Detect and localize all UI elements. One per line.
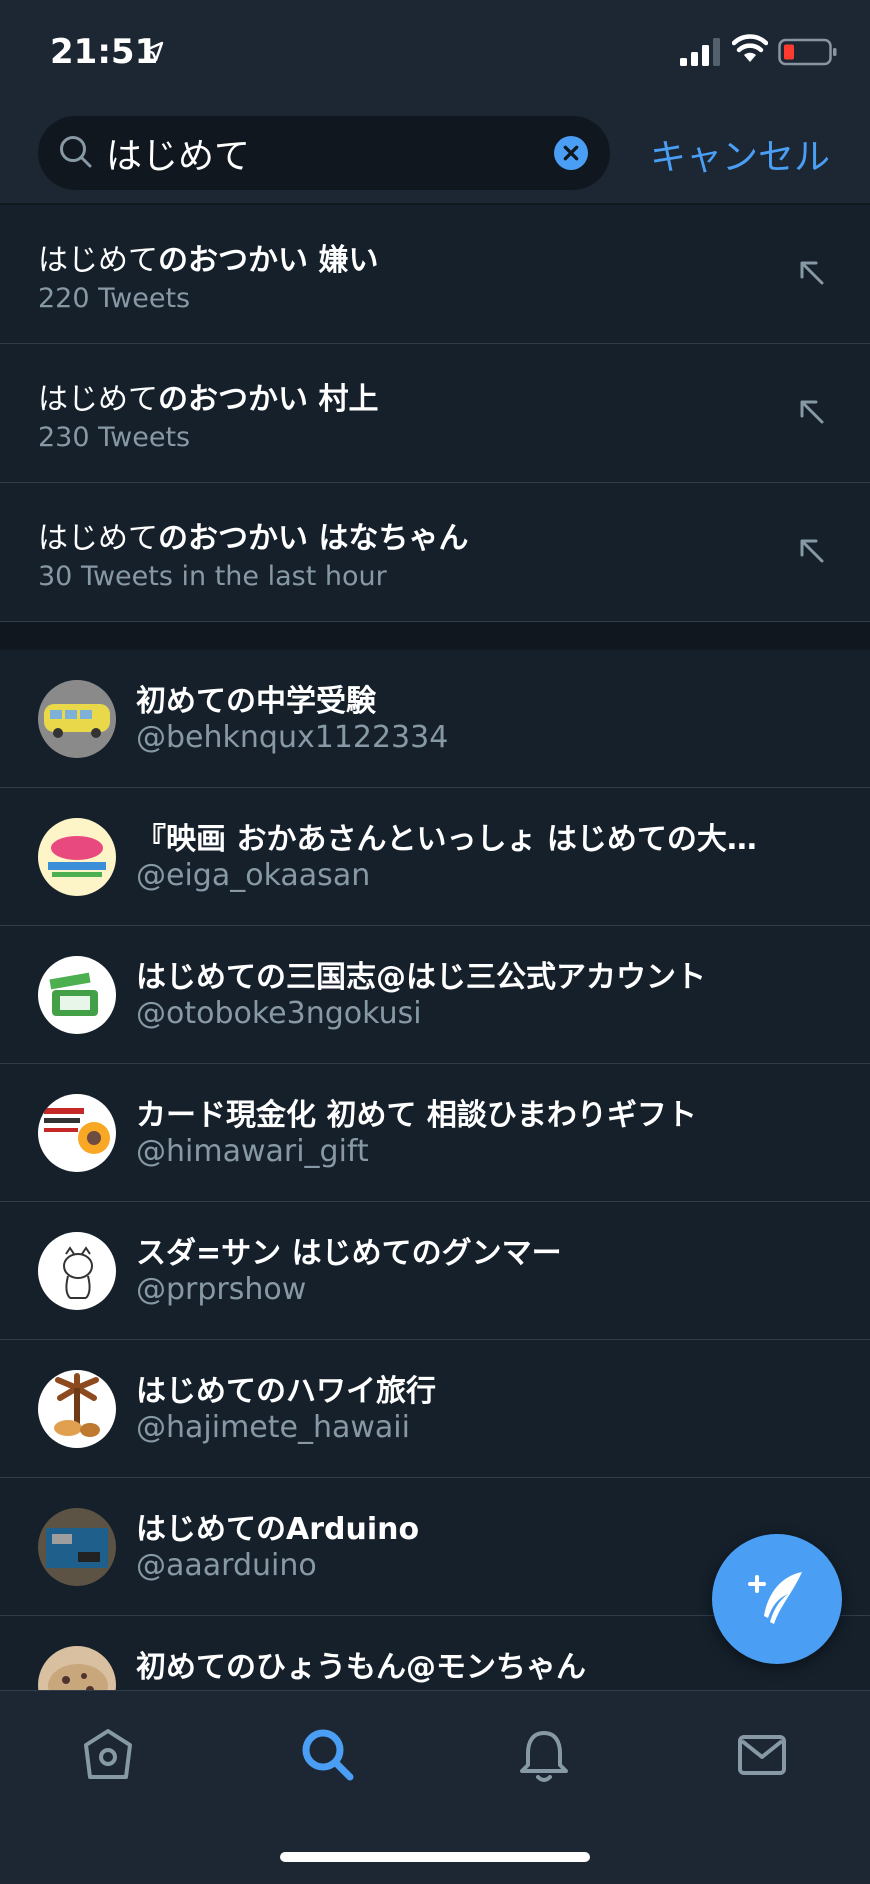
search-box[interactable] — [38, 116, 610, 190]
user-result[interactable]: カード現金化 初めて 相談ひまわりギフト @himawari_gift — [0, 1064, 870, 1202]
mail-icon[interactable] — [732, 1725, 792, 1785]
user-display-name: 初めての中学受験 — [136, 684, 376, 719]
fill-query-arrow-icon[interactable] — [796, 535, 826, 565]
user-handle: @hajimete_hawaii — [136, 1410, 410, 1445]
suggestion-count: 230 Tweets — [38, 422, 191, 453]
suggestion-count: 30 Tweets in the last hour — [38, 561, 387, 592]
suggestion-count: 220 Tweets — [38, 283, 191, 314]
section-divider — [0, 622, 870, 650]
avatar — [38, 956, 116, 1034]
user-display-name: カード現金化 初めて 相談ひまわりギフト — [136, 1098, 697, 1133]
location-arrow-icon — [144, 41, 164, 62]
fill-query-arrow-icon[interactable] — [796, 396, 826, 426]
user-handle: @behknqux1122334 — [136, 720, 449, 755]
fill-query-arrow-icon[interactable] — [796, 257, 826, 287]
compose-tweet-button[interactable] — [712, 1534, 842, 1664]
avatar — [38, 1232, 116, 1310]
suggestion-suffix: のおつかい はなちゃん — [158, 521, 469, 556]
avatar — [38, 1094, 116, 1172]
wifi-icon — [732, 34, 768, 62]
user-handle: @prprshow — [136, 1272, 307, 1307]
user-handle: @eiga_okaasan — [136, 858, 371, 893]
bell-icon[interactable] — [514, 1725, 574, 1785]
compose-feather-icon — [748, 1572, 802, 1624]
user-result[interactable]: はじめてのハワイ旅行 @hajimete_hawaii — [0, 1340, 870, 1478]
search-suggestion[interactable]: はじめてのおつかい 嫌い 220 Tweets — [0, 205, 870, 344]
cancel-button[interactable]: キャンセル — [650, 128, 830, 180]
avatar — [38, 680, 116, 758]
avatar — [38, 1508, 116, 1586]
cellular-signal-icon — [680, 38, 720, 66]
suggestion-prefix: はじめて — [38, 521, 158, 556]
user-handle: @aaarduino — [136, 1548, 317, 1583]
status-bar: 21:51 — [0, 0, 870, 100]
avatar — [38, 1370, 116, 1448]
battery-icon — [778, 38, 837, 66]
search-header: キャンセル — [0, 100, 870, 205]
clear-search-icon[interactable] — [554, 136, 588, 170]
user-display-name: スダ=サン はじめてのグンマー — [136, 1236, 562, 1271]
suggestion-suffix: のおつかい 嫌い — [158, 243, 379, 278]
search-input[interactable] — [106, 126, 556, 180]
user-display-name: はじめてのハワイ旅行 — [136, 1374, 436, 1409]
user-display-name: 『映画 おかあさんといっしょ はじめての大… — [136, 822, 757, 857]
home-indicator — [280, 1852, 590, 1862]
suggestion-title: はじめてのおつかい 嫌い — [38, 235, 378, 279]
suggestion-title: はじめてのおつかい はなちゃん — [38, 513, 468, 557]
user-display-name: はじめてのArduino — [136, 1512, 420, 1547]
suggestion-prefix: はじめて — [38, 382, 158, 417]
search-icon — [60, 136, 92, 168]
home-icon[interactable] — [78, 1725, 138, 1785]
user-result[interactable]: 初めての中学受験 @behknqux1122334 — [0, 650, 870, 788]
search-suggestion[interactable]: はじめてのおつかい 村上 230 Tweets — [0, 344, 870, 483]
user-handle: @otoboke3ngokusi — [136, 996, 422, 1031]
suggestion-suffix: のおつかい 村上 — [158, 382, 379, 417]
search-suggestion[interactable]: はじめてのおつかい はなちゃん 30 Tweets in the last ho… — [0, 483, 870, 622]
avatar — [38, 818, 116, 896]
search-tab-icon[interactable] — [298, 1725, 358, 1785]
user-result[interactable]: はじめての三国志@はじ三公式アカウント @otoboke3ngokusi — [0, 926, 870, 1064]
user-result[interactable]: 『映画 おかあさんといっしょ はじめての大… @eiga_okaasan — [0, 788, 870, 926]
user-display-name: 初めてのひょうもん@モンちゃん — [136, 1650, 586, 1685]
suggestion-prefix: はじめて — [38, 243, 158, 278]
user-handle: @himawari_gift — [136, 1134, 369, 1169]
user-result[interactable]: スダ=サン はじめてのグンマー @prprshow — [0, 1202, 870, 1340]
suggestion-title: はじめてのおつかい 村上 — [38, 374, 378, 418]
user-display-name: はじめての三国志@はじ三公式アカウント — [136, 960, 706, 995]
